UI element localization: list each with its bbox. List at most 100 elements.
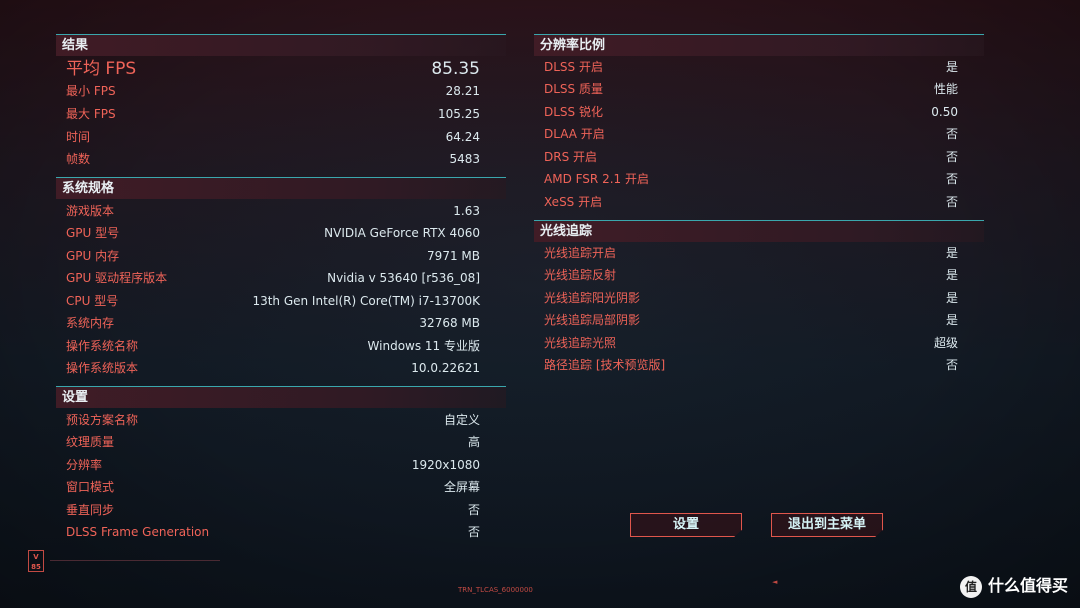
row-label: 光线追踪反射 bbox=[544, 268, 617, 282]
row-label: 操作系统版本 bbox=[66, 361, 139, 375]
raytracing-row: 光线追踪阳光阴影 是 bbox=[544, 287, 958, 309]
row-value: 是 bbox=[945, 60, 958, 74]
row-value: 否 bbox=[945, 195, 958, 209]
exit-to-main-menu-button[interactable]: 退出到主菜单 bbox=[771, 513, 883, 537]
system-section-header: 系统规格 bbox=[56, 177, 506, 199]
row-value: 否 bbox=[467, 525, 480, 539]
system-row: GPU 驱动程序版本 Nvidia v 53640 [r536_08] bbox=[66, 267, 480, 289]
scaling-row: XeSS 开启 否 bbox=[544, 191, 958, 213]
row-label: 垂直同步 bbox=[66, 503, 115, 517]
footer-arrow-icon: ◄ bbox=[772, 578, 778, 586]
row-label: 纹理质量 bbox=[66, 435, 115, 449]
row-value: 28.21 bbox=[445, 84, 480, 98]
row-label: 时间 bbox=[66, 130, 91, 144]
settings-row: 纹理质量 高 bbox=[66, 431, 480, 453]
row-value: 否 bbox=[467, 503, 480, 517]
results-row-time: 时间 64.24 bbox=[66, 126, 480, 148]
row-value: 1.63 bbox=[453, 204, 480, 218]
settings-button[interactable]: 设置 bbox=[630, 513, 742, 537]
row-label: 分辨率 bbox=[66, 458, 103, 472]
results-section-header: 结果 bbox=[56, 34, 506, 56]
row-label: XeSS 开启 bbox=[544, 195, 603, 209]
row-value: 32768 MB bbox=[419, 316, 480, 330]
row-value: 否 bbox=[945, 127, 958, 141]
scaling-section-header: 分辨率比例 bbox=[534, 34, 984, 56]
row-label: 最大 FPS bbox=[66, 107, 116, 121]
scaling-row: DLAA 开启 否 bbox=[544, 123, 958, 145]
footer-mark: TRN_TLCAS_6000000 bbox=[458, 586, 533, 594]
system-row: 系统内存 32768 MB bbox=[66, 312, 480, 334]
row-value: 是 bbox=[945, 313, 958, 327]
settings-row: 预设方案名称 自定义 bbox=[66, 409, 480, 431]
row-value: 超级 bbox=[933, 336, 958, 350]
raytracing-row: 光线追踪光照 超级 bbox=[544, 332, 958, 354]
row-label: 窗口模式 bbox=[66, 480, 115, 494]
row-value: 全屏幕 bbox=[443, 480, 480, 494]
settings-row: DLSS Frame Generation 否 bbox=[66, 521, 480, 543]
row-value: 否 bbox=[945, 172, 958, 186]
row-value: 是 bbox=[945, 246, 958, 260]
row-label: 光线追踪局部阴影 bbox=[544, 313, 641, 327]
system-row: 游戏版本 1.63 bbox=[66, 200, 480, 222]
row-label: 游戏版本 bbox=[66, 204, 115, 218]
row-value: 105.25 bbox=[438, 107, 480, 121]
row-value: 是 bbox=[945, 268, 958, 282]
version-badge: V 85 bbox=[28, 550, 44, 572]
row-label: GPU 内存 bbox=[66, 249, 120, 263]
settings-row: 分辨率 1920x1080 bbox=[66, 454, 480, 476]
row-value: 13th Gen Intel(R) Core(TM) i7-13700K bbox=[252, 294, 480, 308]
watermark-logo-icon: 值 bbox=[959, 575, 982, 598]
row-value: 10.0.22621 bbox=[411, 361, 480, 375]
row-label: GPU 驱动程序版本 bbox=[66, 271, 168, 285]
row-value: 64.24 bbox=[445, 130, 480, 144]
row-value: Nvidia v 53640 [r536_08] bbox=[327, 271, 480, 285]
results-row-max-fps: 最大 FPS 105.25 bbox=[66, 103, 480, 125]
row-value: 性能 bbox=[933, 82, 958, 96]
row-label: GPU 型号 bbox=[66, 226, 120, 240]
row-value: 5483 bbox=[449, 152, 480, 166]
raytracing-row: 光线追踪反射 是 bbox=[544, 264, 958, 286]
row-value: 85.35 bbox=[431, 59, 480, 79]
row-label: 预设方案名称 bbox=[66, 413, 139, 427]
results-row-avg-fps: 平均 FPS 85.35 bbox=[66, 56, 480, 82]
system-row: CPU 型号 13th Gen Intel(R) Core(TM) i7-137… bbox=[66, 290, 480, 312]
results-row-frames: 帧数 5483 bbox=[66, 148, 480, 170]
row-label: 操作系统名称 bbox=[66, 339, 139, 353]
system-row: 操作系统名称 Windows 11 专业版 bbox=[66, 335, 480, 357]
row-label: DRS 开启 bbox=[544, 150, 598, 164]
system-row: GPU 型号 NVIDIA GeForce RTX 4060 bbox=[66, 222, 480, 244]
row-value: NVIDIA GeForce RTX 4060 bbox=[324, 226, 480, 240]
settings-section-header: 设置 bbox=[56, 386, 506, 408]
row-value: 否 bbox=[945, 358, 958, 372]
raytracing-row: 路径追踪 [技术预览版] 否 bbox=[544, 354, 958, 376]
row-label: DLSS 质量 bbox=[544, 82, 603, 96]
footer-divider bbox=[50, 560, 220, 561]
watermark: 值什么值得买 bbox=[959, 574, 1068, 598]
row-label: AMD FSR 2.1 开启 bbox=[544, 172, 649, 186]
raytracing-row: 光线追踪开启 是 bbox=[544, 242, 958, 264]
row-label: CPU 型号 bbox=[66, 294, 119, 308]
row-value: 高 bbox=[467, 435, 480, 449]
left-column: 结果 平均 FPS 85.35 最小 FPS 28.21 最大 FPS 105.… bbox=[56, 34, 506, 554]
row-label: 光线追踪光照 bbox=[544, 336, 617, 350]
row-label: 光线追踪开启 bbox=[544, 246, 617, 260]
row-value: 0.50 bbox=[931, 105, 958, 119]
right-column: 分辨率比例 DLSS 开启 是 DLSS 质量 性能 DLSS 锐化 0.50 … bbox=[534, 34, 984, 394]
raytracing-row: 光线追踪局部阴影 是 bbox=[544, 309, 958, 331]
scaling-row: DRS 开启 否 bbox=[544, 146, 958, 168]
side-decoration bbox=[10, 245, 22, 375]
row-label: 最小 FPS bbox=[66, 84, 116, 98]
system-row: 操作系统版本 10.0.22621 bbox=[66, 357, 480, 379]
system-row: GPU 内存 7971 MB bbox=[66, 245, 480, 267]
badge-line-2: 85 bbox=[31, 563, 41, 571]
row-label: 系统内存 bbox=[66, 316, 115, 330]
row-value: 自定义 bbox=[443, 413, 480, 427]
scaling-row: DLSS 开启 是 bbox=[544, 56, 958, 78]
row-label: 光线追踪阳光阴影 bbox=[544, 291, 641, 305]
row-label: DLAA 开启 bbox=[544, 127, 605, 141]
badge-line-1: V bbox=[33, 553, 39, 561]
row-label: 平均 FPS bbox=[66, 59, 137, 79]
watermark-text: 什么值得买 bbox=[987, 576, 1068, 595]
scaling-row: AMD FSR 2.1 开启 否 bbox=[544, 168, 958, 190]
row-label: DLSS 开启 bbox=[544, 60, 603, 74]
